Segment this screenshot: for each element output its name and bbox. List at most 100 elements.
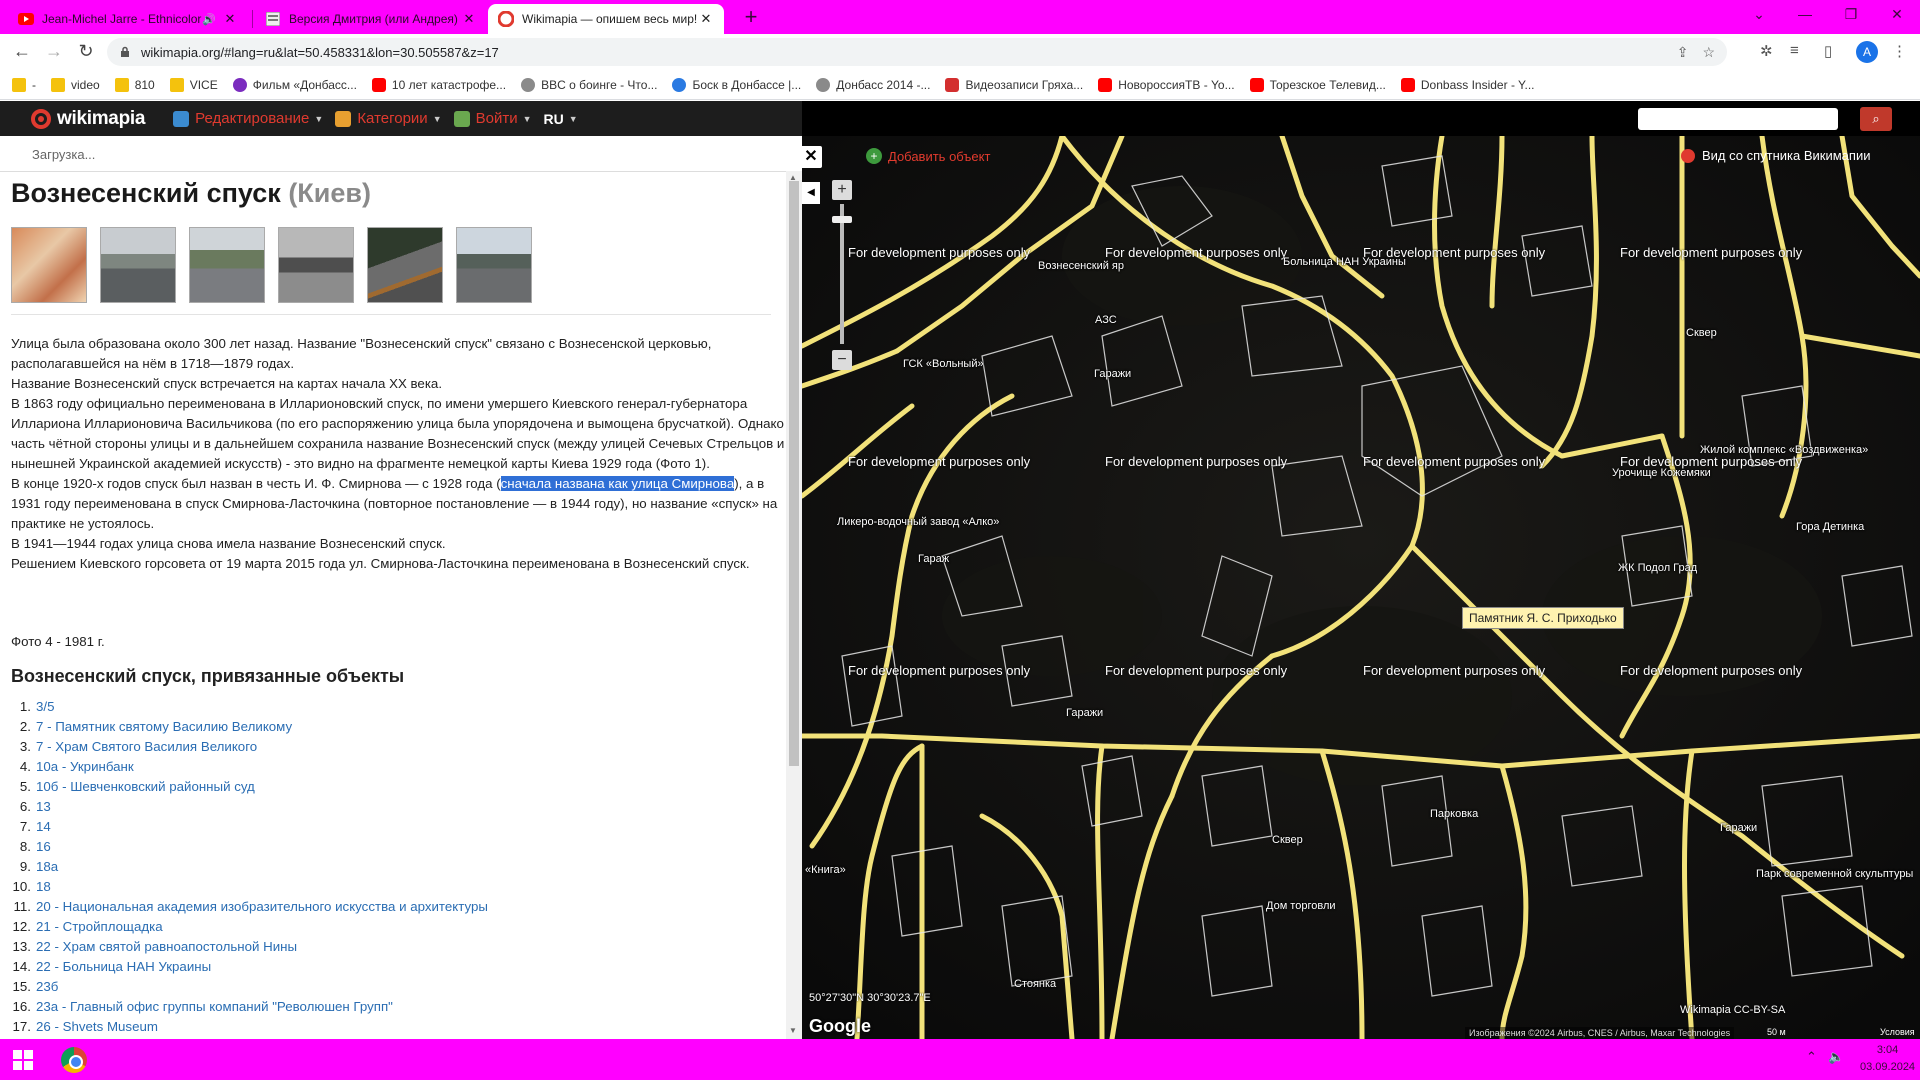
map-label[interactable]: Урочище Кожемяки xyxy=(1612,467,1711,479)
map-label[interactable]: Гаражи xyxy=(1720,822,1757,834)
minimize-button[interactable]: — xyxy=(1782,0,1828,30)
photo-thumbnail[interactable] xyxy=(367,227,443,303)
satellite-view-toggle[interactable]: Вид со спутника Викимапии xyxy=(1681,148,1870,163)
close-panel-button[interactable]: ✕ xyxy=(800,146,822,168)
tab-wikimapia[interactable]: Wikimapia — опишем весь мир! ✕ xyxy=(488,4,724,34)
bookmark-item[interactable]: video xyxy=(51,77,100,92)
zoom-out-button[interactable]: − xyxy=(832,350,852,370)
tab-dmitry[interactable]: Версия Дмитрия (или Андрея) ✕ xyxy=(255,4,487,34)
bookmark-item[interactable]: 10 лет катастрофе... xyxy=(371,77,506,92)
map-label[interactable]: Гаражи xyxy=(1094,368,1131,380)
linked-object-link[interactable]: 20 - Национальная академия изобразительн… xyxy=(36,897,488,917)
map-label[interactable]: «Книга» xyxy=(805,864,846,876)
bookmark-item[interactable]: Donbass Insider - Y... xyxy=(1400,77,1535,92)
linked-object-link[interactable]: 3/5 xyxy=(36,697,55,717)
linked-object-link[interactable]: 7 - Храм Святого Василия Великого xyxy=(36,737,257,757)
linked-object-link[interactable]: 26 - Shvets Museum xyxy=(36,1017,158,1037)
system-clock[interactable]: 3:04 03.09.2024 xyxy=(1860,1042,1915,1076)
linked-object-link[interactable]: 10а - Укринбанк xyxy=(36,757,134,777)
bookmark-item[interactable]: Боск в Донбассе |... xyxy=(672,77,801,92)
linked-object-link[interactable]: 21 - Стройплощадка xyxy=(36,917,163,937)
map-label[interactable]: Больница НАН Украины xyxy=(1283,256,1406,268)
linked-object-link[interactable]: 22 - Больница НАН Украины xyxy=(36,957,211,977)
tab-search-icon[interactable]: ⌄ xyxy=(1736,0,1782,30)
map-label[interactable]: Гора Детинка xyxy=(1796,521,1864,533)
bookmark-star-icon[interactable]: ☆ xyxy=(1702,44,1715,61)
share-icon[interactable]: ⇪ xyxy=(1677,44,1689,61)
speaker-icon[interactable]: 🔊 xyxy=(202,13,216,26)
photo-thumbnail[interactable] xyxy=(100,227,176,303)
map-label[interactable]: АЗС xyxy=(1095,314,1117,326)
map-label[interactable]: Вознесенский яр xyxy=(1038,260,1124,272)
wikimapia-logo[interactable]: wikimapia xyxy=(30,108,145,130)
zoom-slider-handle[interactable] xyxy=(832,216,852,223)
map-search-input[interactable] xyxy=(1638,108,1838,130)
map-label[interactable]: ГСК «Вольный» xyxy=(903,358,984,370)
zoom-in-button[interactable]: + xyxy=(832,180,852,200)
linked-object-link[interactable]: 23б xyxy=(36,977,58,997)
reload-button[interactable]: ↻ xyxy=(74,40,98,64)
terms-link[interactable]: Условия xyxy=(1880,1027,1915,1037)
photo-thumbnail[interactable] xyxy=(189,227,265,303)
map-label[interactable]: Парковка xyxy=(1430,808,1478,820)
scale-bar[interactable]: 50 м xyxy=(1767,1027,1786,1037)
map-label[interactable]: Сквер xyxy=(1686,327,1717,339)
lock-icon[interactable] xyxy=(119,46,131,58)
map-label[interactable]: Стоянка xyxy=(1014,978,1056,990)
menu-login[interactable]: Войти ▼ xyxy=(453,110,532,127)
bookmark-item[interactable]: Фильм «Донбасс... xyxy=(232,77,357,92)
bookmark-item[interactable]: - xyxy=(12,77,36,92)
bookmark-item[interactable]: Торезское Телевид... xyxy=(1249,77,1386,92)
tab-close-icon[interactable]: ✕ xyxy=(222,11,238,27)
bookmark-item[interactable]: Донбасс 2014 -... xyxy=(816,77,930,92)
photo-thumbnail[interactable] xyxy=(278,227,354,303)
new-tab-button[interactable]: + xyxy=(737,5,765,31)
menu-kebab-icon[interactable]: ⋮ xyxy=(1892,42,1907,60)
map-label[interactable]: Ликеро-водочный завод «Алко» xyxy=(837,516,999,528)
linked-object-link[interactable]: 23а - Главный офис группы компаний "Рево… xyxy=(36,997,393,1017)
menu-categories[interactable]: Категории ▼ xyxy=(335,110,442,127)
bookmark-item[interactable]: VICE xyxy=(169,77,218,92)
scroll-down-icon[interactable]: ▼ xyxy=(789,1026,797,1035)
panel-scrollbar[interactable]: ▲ ▼ xyxy=(786,171,802,1039)
windows-start-icon[interactable] xyxy=(13,1050,33,1070)
extensions-icon[interactable]: ✲ xyxy=(1760,42,1773,60)
map-label[interactable]: Дом торговли xyxy=(1266,900,1336,912)
bookmark-item[interactable]: BBC о боинге - Что... xyxy=(521,77,657,92)
linked-object-link[interactable]: 16 xyxy=(36,837,51,857)
sidepanel-icon[interactable]: ▯ xyxy=(1824,42,1832,60)
map-label[interactable]: Гараж xyxy=(918,553,949,565)
map-label[interactable]: Гаражи xyxy=(1066,707,1103,719)
bookmark-item[interactable]: НовороссияТВ - Yo... xyxy=(1098,77,1235,92)
photo-thumbnail[interactable] xyxy=(456,227,532,303)
bookmark-item[interactable]: Видеозаписи Гряха... xyxy=(945,77,1083,92)
forward-button[interactable]: → xyxy=(42,40,66,64)
bookmark-item[interactable]: 810 xyxy=(114,77,155,92)
chrome-taskbar-icon[interactable] xyxy=(61,1047,87,1073)
tab-youtube[interactable]: Jean-Michel Jarre - Ethnicolor 🔊 ✕ xyxy=(8,4,248,34)
back-button[interactable]: ← xyxy=(10,40,34,64)
volume-icon[interactable]: 🔈 xyxy=(1828,1049,1844,1065)
profile-avatar[interactable]: A xyxy=(1856,41,1878,63)
linked-object-link[interactable]: 18а xyxy=(36,857,58,877)
map-label[interactable]: Жилой комплекс «Воздвиженка» xyxy=(1700,444,1868,456)
restore-button[interactable]: ❐ xyxy=(1828,0,1874,30)
map-label[interactable]: Сквер xyxy=(1272,834,1303,846)
linked-object-link[interactable]: 10б - Шевченковский районный суд xyxy=(36,777,255,797)
map-label[interactable]: ЖК Подол Град xyxy=(1618,562,1697,574)
media-icon[interactable]: ≡ xyxy=(1790,42,1799,59)
linked-object-link[interactable]: 18 xyxy=(36,877,51,897)
tab-close-icon[interactable]: ✕ xyxy=(698,11,714,27)
menu-edit[interactable]: Редактирование ▼ xyxy=(173,110,323,127)
menu-language[interactable]: RU ▼ xyxy=(544,111,578,127)
close-window-button[interactable]: ✕ xyxy=(1874,0,1920,30)
photo-thumbnail[interactable] xyxy=(11,227,87,303)
search-icon[interactable]: ⌕ xyxy=(1860,107,1892,131)
tab-close-icon[interactable]: ✕ xyxy=(461,11,477,27)
address-bar[interactable]: wikimapia.org/#lang=ru&lat=50.458331&lon… xyxy=(107,38,1727,66)
satellite-map[interactable]: For development purposes only For develo… xyxy=(802,136,1920,1039)
tray-chevron-icon[interactable]: ⌃ xyxy=(1806,1049,1817,1065)
linked-object-link[interactable]: 14 xyxy=(36,817,51,837)
linked-object-link[interactable]: 7 - Памятник святому Василию Великому xyxy=(36,717,292,737)
scrollbar-thumb[interactable] xyxy=(789,181,799,766)
